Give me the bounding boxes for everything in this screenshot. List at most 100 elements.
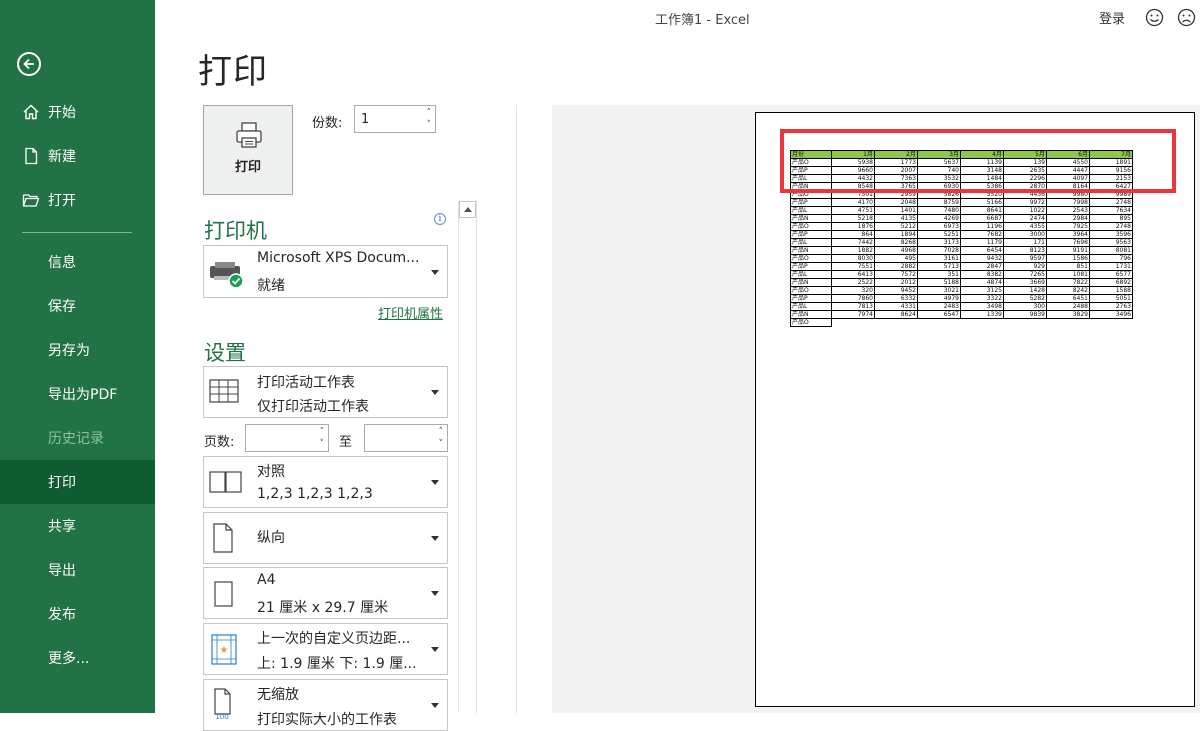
preview-cell: 5282 (1003, 294, 1047, 303)
sidebar-item-share[interactable]: 共享 (0, 504, 155, 548)
svg-text:100: 100 (215, 713, 228, 720)
sidebar-item-save-as[interactable]: 另存为 (0, 328, 155, 372)
preview-cell: 7634 (1089, 206, 1133, 215)
orientation-dropdown[interactable]: 纵向 (203, 512, 448, 564)
preview-row: 产品L 6413 7572 351 8382 7265 1081 6577 (790, 270, 1133, 279)
dropdown-caret-icon (431, 270, 439, 275)
scaling-dropdown[interactable]: 100 无缩放 打印实际大小的工作表 (203, 679, 448, 731)
printer-icon (236, 122, 262, 148)
preview-cell: 1586 (1046, 254, 1090, 263)
print-button[interactable]: 打印 (203, 105, 293, 195)
preview-cell (1004, 319, 1047, 327)
window-title: 工作簿1 - Excel (655, 13, 750, 28)
preview-cell: 6451 (1046, 294, 1090, 303)
preview-row: 产品N 2522 2012 5188 4874 3669 7822 6892 (790, 278, 1133, 287)
preview-cell: 7551 (831, 262, 875, 271)
pages-to-stepper[interactable]: ˄ ˅ (364, 424, 448, 452)
preview-cell: 产品N (790, 310, 832, 319)
printer-ready-icon (208, 260, 248, 294)
preview-cell: 1339 (960, 310, 1004, 319)
preview-cell: 2012 (874, 278, 918, 287)
pages-from-stepper[interactable]: ˄ ˅ (245, 424, 329, 452)
sidebar-item-export-pdf[interactable]: 导出为PDF (0, 372, 155, 416)
preview-cell: 851 (1046, 262, 1090, 271)
preview-cell (1047, 319, 1090, 327)
preview-cell: 7998 (1046, 198, 1090, 207)
preview-cell: 9432 (960, 254, 1004, 263)
sidebar-item-publish[interactable]: 发布 (0, 592, 155, 636)
sidebar-item-history: 历史记录 (48, 431, 104, 447)
margins-dropdown[interactable]: ★ 上一次的自定义页边距... 上: 1.9 厘米 下: 1.9 厘... (203, 623, 448, 675)
frown-feedback-icon[interactable] (1177, 8, 1196, 31)
back-arrow-icon[interactable] (17, 52, 41, 76)
printer-dropdown[interactable]: Microsoft XPS Docum... 就绪 (203, 245, 448, 298)
preview-row: 产品N 7974 8624 6547 1339 9839 3829 3496 (790, 310, 1133, 319)
printer-properties-link[interactable]: 打印机属性 (378, 303, 443, 322)
preview-cell: 8030 (831, 254, 875, 263)
preview-cell: 4874 (960, 278, 1004, 287)
preview-cell (961, 319, 1004, 327)
print-scope-dropdown[interactable]: 打印活动工作表 仅打印活动工作表 (203, 366, 448, 418)
preview-cell: 895 (1089, 214, 1133, 223)
preview-cell: 8268 (874, 238, 918, 247)
preview-cell: 796 (1089, 254, 1133, 263)
copies-stepper[interactable]: 1 ˄ ˅ (354, 105, 436, 133)
dropdown-caret-icon (431, 480, 439, 485)
sidebar-item-home[interactable]: 开始 (0, 90, 155, 134)
preview-cell: 5713 (917, 262, 961, 271)
preview-cell: 产品P (790, 294, 832, 303)
spin-up-icon[interactable]: ˄ (427, 109, 432, 118)
preview-cell: 5051 (1089, 294, 1133, 303)
preview-cell: 产品P (790, 230, 832, 239)
preview-cell: 1179 (960, 238, 1004, 247)
preview-row: 产品N 5218 4135 4269 6687 2474 2984 895 (790, 214, 1133, 223)
dropdown-caret-icon (431, 703, 439, 708)
sidebar-item-save[interactable]: 保存 (0, 284, 155, 328)
open-folder-icon (22, 191, 40, 209)
sidebar-item-info[interactable]: 信息 (0, 240, 155, 284)
smile-feedback-icon[interactable] (1145, 8, 1164, 31)
preview-cell: 3498 (960, 302, 1004, 311)
preview-cell: 7925 (1046, 222, 1090, 231)
portrait-page-icon (208, 521, 238, 559)
sidebar-item-new[interactable]: 新建 (0, 134, 155, 178)
preview-cell: 1081 (1046, 270, 1090, 279)
preview-cell (918, 319, 961, 327)
preview-row: 产品O 8030 495 3161 9432 9597 1586 796 (790, 254, 1133, 263)
collation-dropdown[interactable]: 对照 1,2,3 1,2,3 1,2,3 (203, 456, 448, 508)
preview-cell: 5251 (917, 230, 961, 239)
dropdown-caret-icon (431, 536, 439, 541)
preview-cell: 3669 (1003, 278, 1047, 287)
spin-up-icon[interactable]: ˄ (439, 428, 444, 437)
info-icon[interactable]: i (434, 213, 446, 225)
preview-cell (1090, 319, 1133, 327)
preview-cell: 351 (917, 270, 961, 279)
paper-size-dropdown[interactable]: A4 21 厘米 x 29.7 厘米 (203, 567, 448, 619)
sidebar-item-open[interactable]: 打开 (0, 178, 155, 222)
spin-down-icon[interactable]: ˅ (427, 121, 432, 130)
preview-cell: 4170 (831, 198, 875, 207)
scroll-up-arrow-icon[interactable] (459, 201, 476, 218)
dropdown-caret-icon (431, 390, 439, 395)
preview-cell: 1894 (874, 230, 918, 239)
sidebar-item-print[interactable]: 打印 (0, 460, 155, 504)
preview-row: 产品L 7813 4331 2483 3498 300 2488 2763 (790, 302, 1133, 311)
preview-cell: 产品L (790, 302, 832, 311)
preview-cell: 7822 (1046, 278, 1090, 287)
sidebar-item-more[interactable]: 更多... (0, 636, 155, 680)
login-link[interactable]: 登录 (1099, 8, 1125, 27)
sidebar-item-export[interactable]: 导出 (0, 548, 155, 592)
collated-pages-icon (208, 469, 244, 499)
preview-row: 产品L 4751 1401 7480 8641 1022 2543 7634 (790, 206, 1133, 215)
preview-cell: 5188 (917, 278, 961, 287)
preview-cell: 4331 (874, 302, 918, 311)
spin-down-icon[interactable]: ˅ (439, 440, 444, 449)
preview-row: 产品P 7551 2882 5713 2847 929 851 1731 (790, 262, 1133, 271)
preview-cell: 5212 (874, 222, 918, 231)
pages-label: 页数: (204, 435, 235, 450)
spin-up-icon[interactable]: ˄ (320, 428, 325, 437)
spin-down-icon[interactable]: ˅ (320, 440, 325, 449)
settings-scrollbar[interactable] (458, 200, 477, 713)
preview-cell: 7572 (874, 270, 918, 279)
preview-row: 产品P 4170 2048 8759 5166 9972 7998 2748 (790, 198, 1133, 207)
